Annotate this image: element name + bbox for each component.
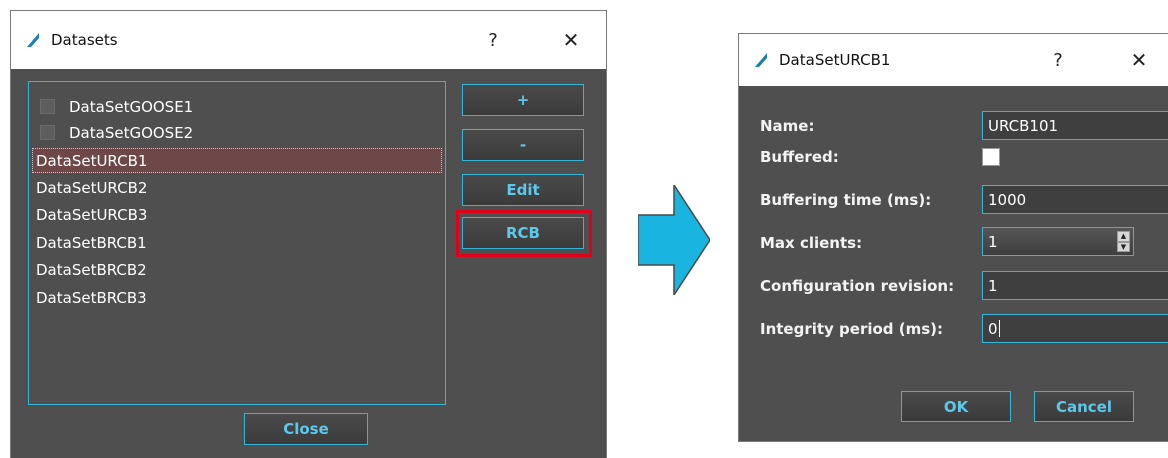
dialog-title: Datasets <box>51 31 118 49</box>
config-revision-label: Configuration revision: <box>760 277 955 295</box>
max-clients-spinbox[interactable]: 1 ▲ ▼ <box>982 227 1134 256</box>
urcb-dialog: DataSetURCB1 ? ✕ Name: URCB101 Buffered:… <box>738 33 1168 442</box>
list-item-label: DataSetBRCB2 <box>36 260 147 279</box>
help-button[interactable]: ? <box>476 11 510 69</box>
name-label: Name: <box>760 117 815 135</box>
buffered-checkbox[interactable] <box>982 148 1000 166</box>
close-icon[interactable]: ✕ <box>554 11 588 69</box>
list-item[interactable]: DataSetURCB2 <box>33 175 441 200</box>
integrity-period-value: 0 <box>988 319 998 338</box>
close-icon[interactable]: ✕ <box>1122 34 1156 86</box>
list-item-label: DataSetGOOSE1 <box>69 97 194 116</box>
ok-button[interactable]: OK <box>901 391 1011 422</box>
list-item[interactable]: DataSetBRCB3 <box>33 285 441 310</box>
config-revision-field[interactable]: 1 <box>982 271 1168 300</box>
name-field[interactable]: URCB101 <box>982 111 1168 140</box>
list-item[interactable]: DataSetGOOSE1 <box>33 94 441 119</box>
max-clients-label: Max clients: <box>760 234 863 252</box>
list-item-label: DataSetGOOSE2 <box>69 123 194 142</box>
rcb-highlight-box <box>456 210 592 257</box>
list-item-label: DataSetURCB3 <box>36 205 148 224</box>
buffered-label: Buffered: <box>760 148 839 166</box>
list-item-label: DataSetBRCB3 <box>36 288 147 307</box>
list-item-label: DataSetURCB2 <box>36 178 148 197</box>
dialog-title: DataSetURCB1 <box>779 51 891 69</box>
list-item[interactable]: DataSetURCB3 <box>33 202 441 227</box>
max-clients-value: 1 <box>988 232 998 251</box>
checkbox[interactable] <box>40 99 55 114</box>
spinner-arrows[interactable]: ▲ ▼ <box>1117 231 1130 252</box>
list-item-label: DataSetURCB1 <box>36 151 148 170</box>
checkbox[interactable] <box>40 125 55 140</box>
app-logo-icon <box>755 53 767 67</box>
edit-button[interactable]: Edit <box>462 174 584 206</box>
app-logo-icon <box>27 33 39 47</box>
integrity-period-label: Integrity period (ms): <box>760 320 944 338</box>
urcb-titlebar: DataSetURCB1 ? ✕ <box>739 34 1168 86</box>
list-item-label: DataSetBRCB1 <box>36 233 147 252</box>
list-item-selected[interactable]: DataSetURCB1 <box>32 148 442 173</box>
buffering-time-field[interactable]: 1000 <box>982 185 1168 214</box>
integrity-period-field[interactable]: 0 <box>982 314 1168 343</box>
dataset-list[interactable]: DataSetGOOSE1 DataSetGOOSE2 DataSetURCB1… <box>28 81 446 405</box>
buffering-time-label: Buffering time (ms): <box>760 191 932 209</box>
cancel-button[interactable]: Cancel <box>1034 391 1134 422</box>
datasets-dialog: Datasets ? ✕ DataSetGOOSE1 DataSetGOOSE2… <box>10 10 607 458</box>
help-button[interactable]: ? <box>1041 34 1075 86</box>
add-button[interactable]: + <box>462 84 584 116</box>
datasets-titlebar: Datasets ? ✕ <box>11 11 606 69</box>
right-arrow-icon <box>638 185 710 295</box>
spin-up-icon[interactable]: ▲ <box>1117 231 1130 242</box>
spin-down-icon[interactable]: ▼ <box>1117 241 1130 252</box>
remove-button[interactable]: - <box>462 129 584 161</box>
text-caret <box>998 320 1000 337</box>
list-item[interactable]: DataSetBRCB1 <box>33 230 441 255</box>
list-item[interactable]: DataSetGOOSE2 <box>33 120 441 145</box>
close-button[interactable]: Close <box>244 413 368 445</box>
list-item[interactable]: DataSetBRCB2 <box>33 257 441 282</box>
